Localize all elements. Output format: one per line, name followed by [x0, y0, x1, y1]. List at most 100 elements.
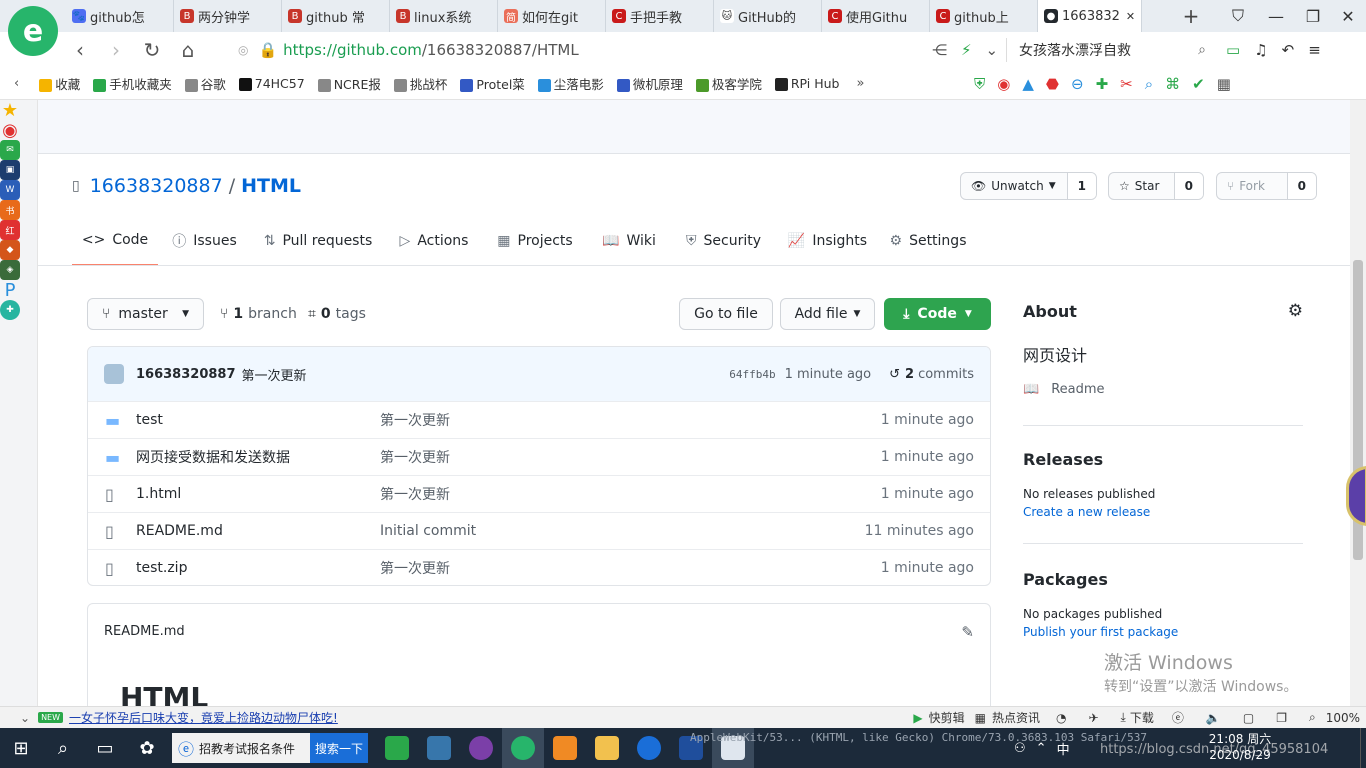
bookmark-item[interactable]: 收藏: [39, 74, 80, 93]
bookmark-item[interactable]: 微机原理: [616, 74, 683, 93]
search-icon[interactable]: ⌕: [1198, 42, 1206, 58]
task-view-icon[interactable]: ▭: [84, 728, 126, 768]
quick-edit-icon[interactable]: ▶: [913, 711, 922, 725]
code-button[interactable]: ⤓ Code ▼: [884, 298, 991, 330]
bookmark-item[interactable]: 手机收藏夹: [93, 74, 172, 93]
scrollbar-track[interactable]: [1350, 100, 1366, 706]
commit-author[interactable]: 16638320887: [136, 367, 236, 382]
window-minimize-button[interactable]: —: [1258, 0, 1294, 32]
go-to-file-button[interactable]: Go to file: [679, 298, 773, 330]
browser-app-icon[interactable]: [502, 728, 544, 768]
triangle-ext-icon[interactable]: ▲: [1022, 75, 1034, 93]
window-pin-button[interactable]: ⛉: [1220, 0, 1256, 32]
file-name[interactable]: 网页接受数据和发送数据: [120, 447, 380, 467]
browser-tab[interactable]: Cgithub上: [930, 0, 1038, 32]
window-close-button[interactable]: ✕: [1330, 0, 1366, 32]
tab-issues[interactable]: ⓘ Issues: [158, 216, 251, 266]
file-name[interactable]: README.md: [120, 523, 380, 539]
tab-close-icon[interactable]: ✕: [1126, 10, 1135, 23]
file-commit-message[interactable]: 第一次更新: [380, 484, 881, 504]
tray-up-icon[interactable]: ⌃: [1036, 741, 1047, 756]
tab-pull-requests[interactable]: ⇅ Pull requests: [251, 216, 385, 266]
wechat-icon[interactable]: [376, 728, 418, 768]
person-icon[interactable]: ⚇: [1014, 741, 1026, 756]
download-label[interactable]: 下载: [1130, 709, 1154, 726]
adblock-ext-icon[interactable]: ⬣: [1046, 75, 1059, 93]
speed-icon[interactable]: ◔: [1056, 711, 1066, 725]
chevron-down-icon[interactable]: ⌄: [986, 41, 999, 59]
hot-news-label[interactable]: 热点资讯: [992, 709, 1040, 726]
headphones-icon[interactable]: ♫: [1254, 41, 1267, 59]
file-commit-message[interactable]: 第一次更新: [380, 410, 881, 430]
clock[interactable]: 21:08 周六 2020/8/29: [1200, 731, 1280, 763]
redbook-icon[interactable]: 红: [0, 220, 20, 240]
show-desktop-button[interactable]: [1360, 728, 1366, 768]
bookmark-item[interactable]: Protel菜: [460, 74, 525, 93]
ime-indicator[interactable]: 中: [1057, 739, 1070, 758]
game2-icon[interactable]: ◆: [0, 240, 20, 260]
favorites-icon[interactable]: ★: [0, 100, 20, 121]
grid-ext-icon[interactable]: ▦: [1217, 75, 1231, 93]
file-row[interactable]: ▬ 网页接受数据和发送数据 第一次更新 1 minute ago: [88, 438, 990, 475]
browser-tab[interactable]: 🐱 GitHub的: [714, 0, 822, 32]
file-name[interactable]: 1.html: [120, 486, 380, 502]
window-maximize-button[interactable]: ❐: [1295, 0, 1331, 32]
search-field[interactable]: 女孩落水漂浮自救 ⌕: [1006, 38, 1206, 62]
branch-select[interactable]: ⑂ master ▼: [87, 298, 204, 330]
commit-count-label[interactable]: commits: [918, 367, 974, 382]
browser-tab[interactable]: C 手把手教: [606, 0, 714, 32]
game3-icon[interactable]: ◈: [0, 260, 20, 280]
cat-app-icon[interactable]: [460, 728, 502, 768]
file-row[interactable]: ▯ README.md Initial commit 11 minutes ago: [88, 512, 990, 549]
commit-count[interactable]: 2: [905, 367, 914, 382]
bookmarks-more-icon[interactable]: »: [857, 76, 865, 91]
tab-insights[interactable]: 📈 Insights: [776, 216, 879, 266]
minus-ext-icon[interactable]: ⊖: [1071, 75, 1084, 93]
unwatch-button[interactable]: 👁 Unwatch ▼ 1: [960, 172, 1097, 200]
packages-title[interactable]: Packages: [1023, 570, 1303, 589]
zoom-icon[interactable]: ⌕: [1309, 710, 1316, 725]
file-commit-message[interactable]: Initial commit: [380, 523, 865, 539]
repo-owner-link[interactable]: 16638320887: [90, 175, 223, 197]
browser-tab[interactable]: Bgithub 常: [282, 0, 390, 32]
file-row[interactable]: ▬ test 第一次更新 1 minute ago: [88, 401, 990, 438]
avatar[interactable]: [104, 364, 124, 384]
browser-tab[interactable]: B 两分钟学: [174, 0, 282, 32]
orange-app-icon[interactable]: [544, 728, 586, 768]
tab-code[interactable]: <> Code: [72, 216, 158, 266]
browser-icon[interactable]: ⓔ: [1172, 709, 1184, 726]
pencil-icon[interactable]: ✎: [961, 623, 974, 641]
share-icon[interactable]: ⋲: [932, 41, 947, 59]
bookmark-item[interactable]: 谷歌: [184, 74, 226, 93]
scissors-ext-icon[interactable]: ✂: [1120, 75, 1133, 93]
bookmark-item[interactable]: RPi Hub: [774, 76, 840, 91]
star-count[interactable]: 0: [1173, 173, 1203, 199]
word-icon[interactable]: W: [0, 180, 20, 200]
browser-tab[interactable]: C 使用Githu: [822, 0, 930, 32]
file-row[interactable]: ▯ 1.html 第一次更新 1 minute ago: [88, 475, 990, 512]
pinwheel-icon[interactable]: ✿: [126, 728, 168, 768]
file-commit-message[interactable]: 第一次更新: [380, 447, 881, 467]
home-icon[interactable]: ⌂: [176, 38, 200, 62]
copy-icon[interactable]: ❐: [1276, 711, 1287, 725]
tab-actions[interactable]: ▷ Actions: [385, 216, 483, 266]
commit-message[interactable]: 第一次更新: [242, 365, 307, 384]
add-app-icon[interactable]: ✚: [0, 300, 20, 320]
weibo-icon[interactable]: ◉: [0, 120, 20, 141]
repo-name-link[interactable]: HTML: [241, 175, 301, 197]
new-tab-button[interactable]: +: [1176, 0, 1206, 32]
fork-button[interactable]: ⑂ Fork 0: [1216, 172, 1317, 200]
add-file-button[interactable]: Add file ▼: [780, 298, 875, 330]
bookmark-item[interactable]: 尘落电影: [537, 74, 604, 93]
battery-icon[interactable]: ▭: [1226, 41, 1240, 59]
tags-link[interactable]: ⌗ 0 tags: [308, 304, 366, 324]
browser-tab[interactable]: 简如何在git: [498, 0, 606, 32]
plus-ext-icon[interactable]: ✚: [1096, 75, 1109, 93]
pin-icon[interactable]: ✈: [1088, 711, 1098, 725]
quick-edit-label[interactable]: 快剪辑: [929, 709, 965, 726]
tab-projects[interactable]: ▦ Projects: [483, 216, 587, 266]
volume-icon[interactable]: 🔈: [1206, 711, 1221, 725]
bookmark-item[interactable]: NCRE报: [317, 74, 381, 93]
search-icon[interactable]: ⌕: [42, 728, 84, 768]
zoom-level[interactable]: 100%: [1326, 711, 1360, 725]
